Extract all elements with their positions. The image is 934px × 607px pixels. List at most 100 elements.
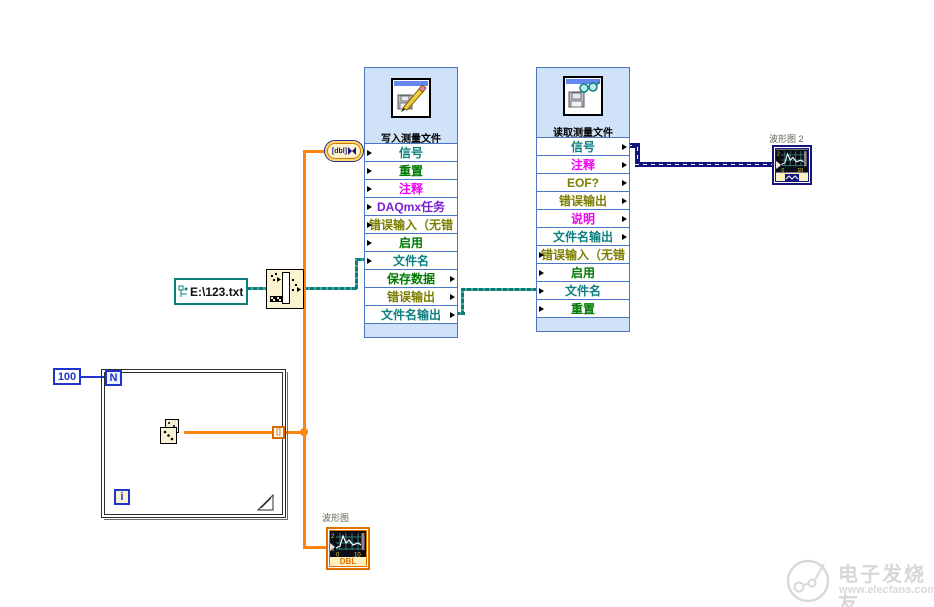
input-arrow-icon	[367, 221, 372, 228]
random-number-dice-node[interactable]	[158, 418, 186, 446]
watermark-url-text: www.elecfans.com	[839, 584, 934, 596]
terminal-label: 信号	[398, 146, 423, 160]
watermark-brand-text: 电子发烧友	[838, 564, 926, 607]
output-arrow-icon	[622, 233, 627, 240]
read-vi-row-8[interactable]: 文件名	[536, 282, 630, 300]
read-vi-rows: 信号注释 EOF? 错误输出说明文件名输出错误输入（无错 启用文件名重置	[536, 137, 630, 318]
write-vi-row-8[interactable]: 错误输出	[364, 288, 458, 306]
terminal-label: 错误输入（无错	[368, 218, 453, 232]
numeric-constant-100[interactable]: 100	[53, 368, 81, 385]
dynamic-wire-segment[interactable]	[635, 162, 773, 167]
filename-out-wire-segment[interactable]	[461, 288, 537, 291]
file-path-constant[interactable]: E:\123.txt	[174, 278, 248, 305]
count-terminal-label: N	[109, 372, 118, 384]
write-vi-icon-wrap	[365, 78, 457, 118]
read-vi-row-5[interactable]: 文件名输出	[536, 228, 630, 246]
merge-signals-icon	[266, 269, 304, 309]
waveform-chart2-terminal[interactable]: 2 0 0 10	[772, 145, 812, 185]
elecfans-logo-icon	[784, 556, 834, 606]
tunnel-index-label: []	[276, 429, 281, 436]
dbl-wire-segment[interactable]	[303, 546, 327, 549]
read-measurement-file-icon	[563, 76, 603, 116]
read-vi-row-1[interactable]: 注释	[536, 156, 630, 174]
waveform-chart2-label: 波形图 2	[769, 134, 804, 144]
write-vi-rows: 信号重置注释 DAQmx任务 错误输入（无错 启用文件名 保存数据 错误输出 文件名输出	[364, 143, 458, 324]
terminal-label: 文件名	[564, 284, 601, 298]
dbl-type-label: DBL	[330, 557, 366, 566]
mini-chart-icon: 2 0 0 10	[330, 531, 366, 557]
terminal-label: 错误输出	[558, 194, 607, 208]
dbl-wire-segment[interactable]	[303, 150, 324, 153]
loop-output-tunnel[interactable]: []	[272, 426, 285, 439]
terminal-label: DAQmx任务	[376, 200, 445, 214]
output-arrow-icon	[622, 143, 627, 150]
output-arrow-icon	[622, 179, 627, 186]
write-measurement-file-vi[interactable]: 写入测量文件 信号 重置 注释 DAQmx任务 错误输入（无错 启用 文件名 保存数据 错误输出…	[364, 67, 458, 338]
write-vi-row-3[interactable]: DAQmx任务	[364, 198, 458, 216]
output-arrow-icon	[622, 215, 627, 222]
waveform-chart-terminal[interactable]: 2 0 0 10 DBL	[326, 527, 370, 570]
terminal-label: 信号	[570, 140, 595, 154]
output-arrow-icon	[622, 197, 627, 204]
dbl-wire-segment[interactable]	[303, 150, 306, 549]
terminal-label: 说明	[570, 212, 595, 226]
loop-count-terminal[interactable]: N	[105, 370, 122, 386]
merge-signals-node[interactable]	[266, 269, 304, 309]
write-vi-row-9[interactable]: 文件名输出	[364, 306, 458, 324]
write-vi-row-6[interactable]: 文件名	[364, 252, 458, 270]
output-arrow-icon	[622, 161, 627, 168]
input-arrow-icon	[367, 239, 372, 246]
input-arrow-icon	[539, 251, 544, 258]
write-vi-row-0[interactable]: 信号	[364, 144, 458, 162]
read-vi-row-3[interactable]: 错误输出	[536, 192, 630, 210]
write-vi-row-1[interactable]: 重置	[364, 162, 458, 180]
waveform-chart-label: 波形图	[322, 513, 350, 523]
output-arrow-icon	[450, 275, 455, 282]
read-vi-row-2[interactable]: EOF?	[536, 174, 630, 192]
terminal-label: 注释	[570, 158, 595, 172]
read-vi-icon-wrap	[537, 76, 629, 116]
path-wire-segment[interactable]	[304, 287, 357, 290]
terminal-label: EOF?	[567, 175, 599, 190]
dynamic-type-icon	[785, 173, 799, 181]
input-arrow-icon	[367, 149, 372, 156]
output-arrow-icon	[450, 311, 455, 318]
write-vi-row-7[interactable]: 保存数据	[364, 270, 458, 288]
loop-resize-corner[interactable]	[256, 493, 274, 516]
read-vi-row-4[interactable]: 说明	[536, 210, 630, 228]
dynamic-type-glyph-strip	[776, 173, 808, 181]
write-vi-row-4[interactable]: 错误输入（无错	[364, 216, 458, 234]
write-vi-row-5[interactable]: 启用	[364, 234, 458, 252]
path-wire-segment[interactable]	[247, 287, 266, 290]
input-arrow-icon	[367, 203, 372, 210]
terminal-label: 错误输入（无错	[540, 248, 625, 262]
terminal-arrow-icon	[776, 161, 781, 169]
folded-corner-icon	[256, 493, 274, 511]
convert-node-label: [dbl]	[331, 147, 348, 155]
terminal-arrow-icon	[330, 543, 335, 551]
terminal-label: 启用	[398, 236, 423, 250]
read-vi-row-7[interactable]: 启用	[536, 264, 630, 282]
terminal-label: 重置	[398, 164, 423, 178]
output-arrow-icon	[450, 293, 455, 300]
file-path-value: E:\123.txt	[190, 284, 244, 299]
path-wire-segment[interactable]	[355, 258, 358, 289]
terminal-label: 启用	[570, 266, 595, 280]
read-measurement-file-vi[interactable]: 读取测量文件 信号 注释 EOF? 错误输出 说明 文件名输出 错误输入（无错 启用 文件名 重置	[536, 67, 630, 332]
read-vi-row-9[interactable]: 重置	[536, 300, 630, 318]
terminal-label: 文件名输出	[552, 230, 613, 244]
terminal-label: 重置	[570, 302, 595, 316]
loop-iteration-terminal[interactable]: i	[114, 489, 130, 505]
read-vi-row-0[interactable]: 信号	[536, 138, 630, 156]
input-arrow-icon	[367, 185, 372, 192]
convert-node-face: [dbl]	[327, 143, 361, 159]
input-arrow-icon	[367, 257, 372, 264]
wire-junction-dot[interactable]	[300, 428, 308, 436]
convert-to-dynamic-node[interactable]: [dbl]	[324, 140, 364, 162]
write-measurement-file-icon	[391, 78, 431, 118]
path-type-icon	[178, 285, 188, 297]
filename-out-wire-segment[interactable]	[461, 288, 464, 315]
read-vi-row-6[interactable]: 错误输入（无错	[536, 246, 630, 264]
dice-icon	[160, 419, 179, 444]
write-vi-row-2[interactable]: 注释	[364, 180, 458, 198]
